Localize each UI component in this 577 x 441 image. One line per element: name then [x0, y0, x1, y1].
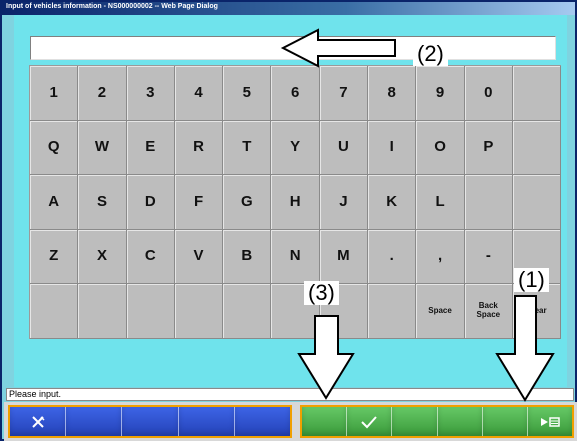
vehicle-info-input[interactable] — [30, 36, 556, 60]
key-z[interactable]: Z — [30, 229, 79, 284]
key-clear[interactable]: Clear — [512, 284, 562, 339]
enter-button[interactable] — [527, 407, 573, 436]
key-b[interactable]: B — [223, 229, 272, 284]
key-x[interactable]: X — [78, 229, 127, 284]
key-9[interactable]: 9 — [416, 66, 465, 121]
key-1[interactable]: 1 — [30, 66, 79, 121]
key-w[interactable]: W — [78, 120, 127, 175]
key-p[interactable]: P — [464, 120, 513, 175]
status-bar: Please input. — [6, 388, 574, 401]
close-icon — [31, 415, 45, 428]
key-s[interactable]: S — [78, 175, 127, 230]
key-blank[interactable] — [512, 175, 562, 230]
key-t[interactable]: T — [223, 120, 272, 175]
key-c[interactable]: C — [126, 229, 175, 284]
key-blank[interactable] — [464, 175, 513, 230]
key-period[interactable]: . — [368, 229, 417, 284]
key-0[interactable]: 0 — [464, 66, 513, 121]
callout-label-1: (1) — [514, 268, 549, 292]
key-6[interactable]: 6 — [271, 66, 320, 121]
key-blank[interactable] — [126, 284, 175, 339]
key-j[interactable]: J — [319, 175, 369, 230]
cancel-button[interactable] — [10, 407, 67, 436]
key-q[interactable]: Q — [30, 120, 79, 175]
dialog-window: Input of vehicles information - NS000000… — [0, 0, 577, 441]
key-blank[interactable] — [30, 284, 79, 339]
key-2[interactable]: 2 — [78, 66, 127, 121]
key-blank[interactable] — [223, 284, 272, 339]
key-backspace[interactable]: Back Space — [464, 284, 513, 339]
key-3[interactable]: 3 — [126, 66, 175, 121]
toolbar-right-group — [300, 405, 574, 438]
toolbar-button-blank[interactable] — [178, 407, 235, 436]
key-n[interactable]: N — [271, 229, 320, 284]
callout-label-3: (3) — [304, 281, 339, 305]
toolbar-button-blank[interactable] — [234, 407, 291, 436]
key-h[interactable]: H — [271, 175, 320, 230]
key-a[interactable]: A — [30, 175, 79, 230]
key-blank[interactable] — [78, 284, 127, 339]
key-y[interactable]: Y — [271, 120, 320, 175]
key-space[interactable]: Space — [416, 284, 465, 339]
key-o[interactable]: O — [416, 120, 465, 175]
key-e[interactable]: E — [126, 120, 175, 175]
key-blank[interactable] — [368, 284, 417, 339]
toolbar-button-blank[interactable] — [482, 407, 528, 436]
key-blank[interactable] — [512, 66, 562, 121]
status-text: Please input. — [9, 389, 62, 399]
key-m[interactable]: M — [319, 229, 369, 284]
checkmark-icon — [361, 415, 377, 428]
key-k[interactable]: K — [368, 175, 417, 230]
key-u[interactable]: U — [319, 120, 369, 175]
key-f[interactable]: F — [174, 175, 224, 230]
key-g[interactable]: G — [223, 175, 272, 230]
key-7[interactable]: 7 — [319, 66, 369, 121]
on-screen-keyboard: 1 2 3 4 5 6 7 8 9 0 Q W E R T Y U I O P … — [29, 65, 562, 339]
key-l[interactable]: L — [416, 175, 465, 230]
confirm-button[interactable] — [347, 407, 393, 436]
key-4[interactable]: 4 — [174, 66, 224, 121]
key-hyphen[interactable]: - — [464, 229, 513, 284]
callout-label-2: (2) — [413, 42, 448, 66]
title-bar[interactable]: Input of vehicles information - NS000000… — [2, 2, 575, 15]
key-5[interactable]: 5 — [223, 66, 272, 121]
key-comma[interactable]: , — [416, 229, 465, 284]
key-v[interactable]: V — [174, 229, 224, 284]
toolbar-left-group — [8, 405, 292, 438]
key-8[interactable]: 8 — [368, 66, 417, 121]
enter-icon — [540, 416, 560, 427]
toolbar-button-blank[interactable] — [122, 407, 179, 436]
key-r[interactable]: R — [174, 120, 224, 175]
toolbar-button-blank[interactable] — [302, 407, 348, 436]
bottom-toolbar — [4, 402, 577, 441]
key-i[interactable]: I — [368, 120, 417, 175]
window-title: Input of vehicles information - NS000000… — [6, 3, 218, 10]
toolbar-button-blank[interactable] — [437, 407, 483, 436]
toolbar-button-blank[interactable] — [392, 407, 438, 436]
key-d[interactable]: D — [126, 175, 175, 230]
keyboard-panel: 1 2 3 4 5 6 7 8 9 0 Q W E R T Y U I O P … — [14, 15, 567, 387]
toolbar-button-blank[interactable] — [66, 407, 123, 436]
key-blank[interactable] — [174, 284, 224, 339]
key-blank[interactable] — [512, 120, 562, 175]
